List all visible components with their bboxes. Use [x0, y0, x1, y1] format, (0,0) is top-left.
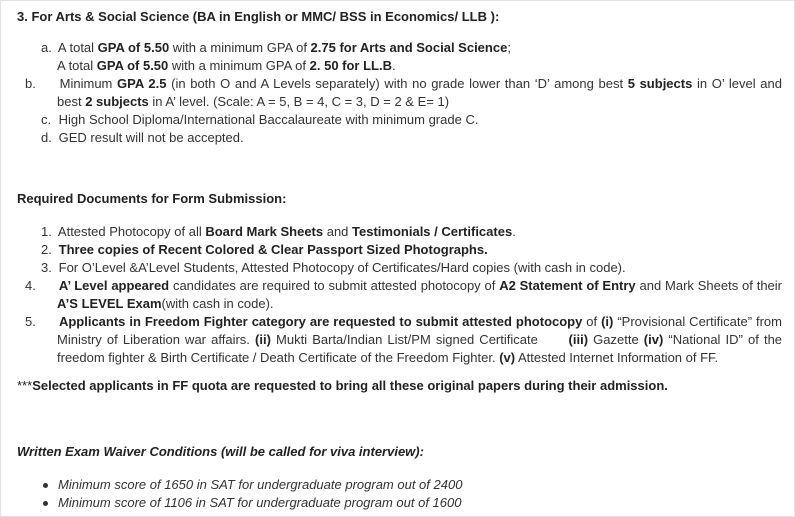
bold-segment: Board Mark Sheets — [205, 224, 324, 239]
bold-segment: GPA of 5.50 — [97, 40, 170, 55]
item-a-line-1: a. A total GPA of 5.50 with a minimum GP… — [41, 39, 782, 57]
doc-item-4: 4. A’ Level appeared candidates are requ… — [25, 277, 782, 313]
item-marker: 4. — [25, 278, 36, 293]
text-segment: . — [392, 58, 396, 73]
text-segment: Attested Photocopy of all — [57, 224, 206, 239]
bold-segment: 2.75 for Arts and Social Science — [310, 40, 508, 55]
documents-heading: Required Documents for Form Submission: — [17, 191, 287, 206]
bold-segment: A2 Statement of Entry — [499, 278, 636, 293]
text-segment: . — [512, 224, 516, 239]
bold-segment: 5 subjects — [627, 76, 693, 91]
bold-segment: Testimonials / Certificates — [352, 224, 513, 239]
gpa-requirements-list: a. A total GPA of 5.50 with a minimum GP… — [25, 39, 782, 147]
text-segment: Mukti Barta/Indian List/PM signed Certif… — [270, 332, 569, 347]
item-marker: 1. — [41, 224, 52, 239]
text-segment: (in both O and A Levels separately) with… — [166, 76, 628, 91]
item-marker: 2. — [41, 242, 52, 257]
item-marker: b. — [25, 76, 36, 91]
item-a-line-2: A total GPA of 5.50 with a minimum GPA o… — [41, 57, 782, 75]
bold-segment: (v) — [499, 350, 516, 365]
text-segment: in A’ level. (Scale: A = 5, B = 4, C = 3… — [148, 94, 450, 109]
list-item-a: a. A total GPA of 5.50 with a minimum GP… — [41, 39, 782, 75]
text-segment: For O’Level &A’Level Students, Attested … — [58, 260, 626, 275]
text-segment: with a minimum GPA of — [169, 40, 311, 55]
bold-segment: GPA 2.5 — [117, 76, 167, 91]
text-segment: and Mark Sheets of their — [635, 278, 782, 293]
text-segment: A total — [57, 40, 98, 55]
waiver-item: Minimum score of 1650 in SAT for undergr… — [43, 476, 462, 494]
text-segment: Attested Internet Information of FF. — [515, 350, 719, 365]
doc-item-3: 3. For O’Level &A’Level Students, Attest… — [41, 259, 782, 277]
note-text: Selected applicants in FF quota are requ… — [32, 378, 668, 393]
waiver-list: Minimum score of 1650 in SAT for undergr… — [43, 476, 462, 512]
ff-quota-note: ***Selected applicants in FF quota are r… — [17, 377, 668, 395]
text-segment: (with cash in code). — [161, 296, 274, 311]
item-marker: a. — [41, 40, 52, 55]
item-marker: 5. — [25, 314, 36, 329]
text-segment: GED result will not be accepted. — [58, 130, 244, 145]
text-segment: candidates are required to submit attest… — [169, 278, 500, 293]
bold-segment: (iv) — [643, 332, 664, 347]
bold-segment: (ii) — [255, 332, 271, 347]
bold-segment: (iii) — [568, 332, 589, 347]
doc-item-1: 1. Attested Photocopy of all Board Mark … — [41, 223, 782, 241]
bold-segment: A’S LEVEL Exam — [57, 296, 162, 311]
list-item-c: c. High School Diploma/International Bac… — [41, 111, 782, 129]
text-segment: Gazette — [588, 332, 644, 347]
text-segment: A total — [57, 58, 97, 73]
doc-item-5: 5. Applicants in Freedom Fighter categor… — [25, 313, 782, 367]
item-marker: c. — [41, 112, 52, 127]
section-title: 3. For Arts & Social Science (BA in Engl… — [17, 9, 500, 24]
text-segment: of — [582, 314, 602, 329]
bold-segment: 2. 50 for LL.B — [309, 58, 392, 73]
bold-segment: (i) — [601, 314, 614, 329]
text-segment: High School Diploma/International Baccal… — [58, 112, 479, 127]
bold-segment: 2 subjects — [85, 94, 149, 109]
documents-list: 1. Attested Photocopy of all Board Mark … — [25, 223, 782, 367]
list-item-d: d. GED result will not be accepted. — [41, 129, 782, 147]
waiver-heading: Written Exam Waiver Conditions (will be … — [17, 444, 424, 459]
text-segment: Minimum — [59, 76, 118, 91]
bold-segment: GPA of 5.50 — [96, 58, 169, 73]
note-asterisks: *** — [17, 378, 33, 393]
text-segment: with a minimum GPA of — [168, 58, 310, 73]
bold-segment: Three copies of Recent Colored & Clear P… — [58, 242, 488, 257]
text-segment: ; — [507, 40, 511, 55]
text-segment: and — [323, 224, 353, 239]
bold-segment: Applicants in Freedom Fighter category a… — [58, 314, 583, 329]
item-marker: 3. — [41, 260, 52, 275]
item-marker: d. — [41, 130, 52, 145]
waiver-item: Minimum score of 1106 in SAT for undergr… — [43, 494, 462, 512]
list-item-b: b. Minimum GPA 2.5 (in both O and A Leve… — [25, 75, 782, 111]
doc-item-2: 2. Three copies of Recent Colored & Clea… — [41, 241, 782, 259]
bold-segment: A’ Level appeared — [58, 278, 170, 293]
